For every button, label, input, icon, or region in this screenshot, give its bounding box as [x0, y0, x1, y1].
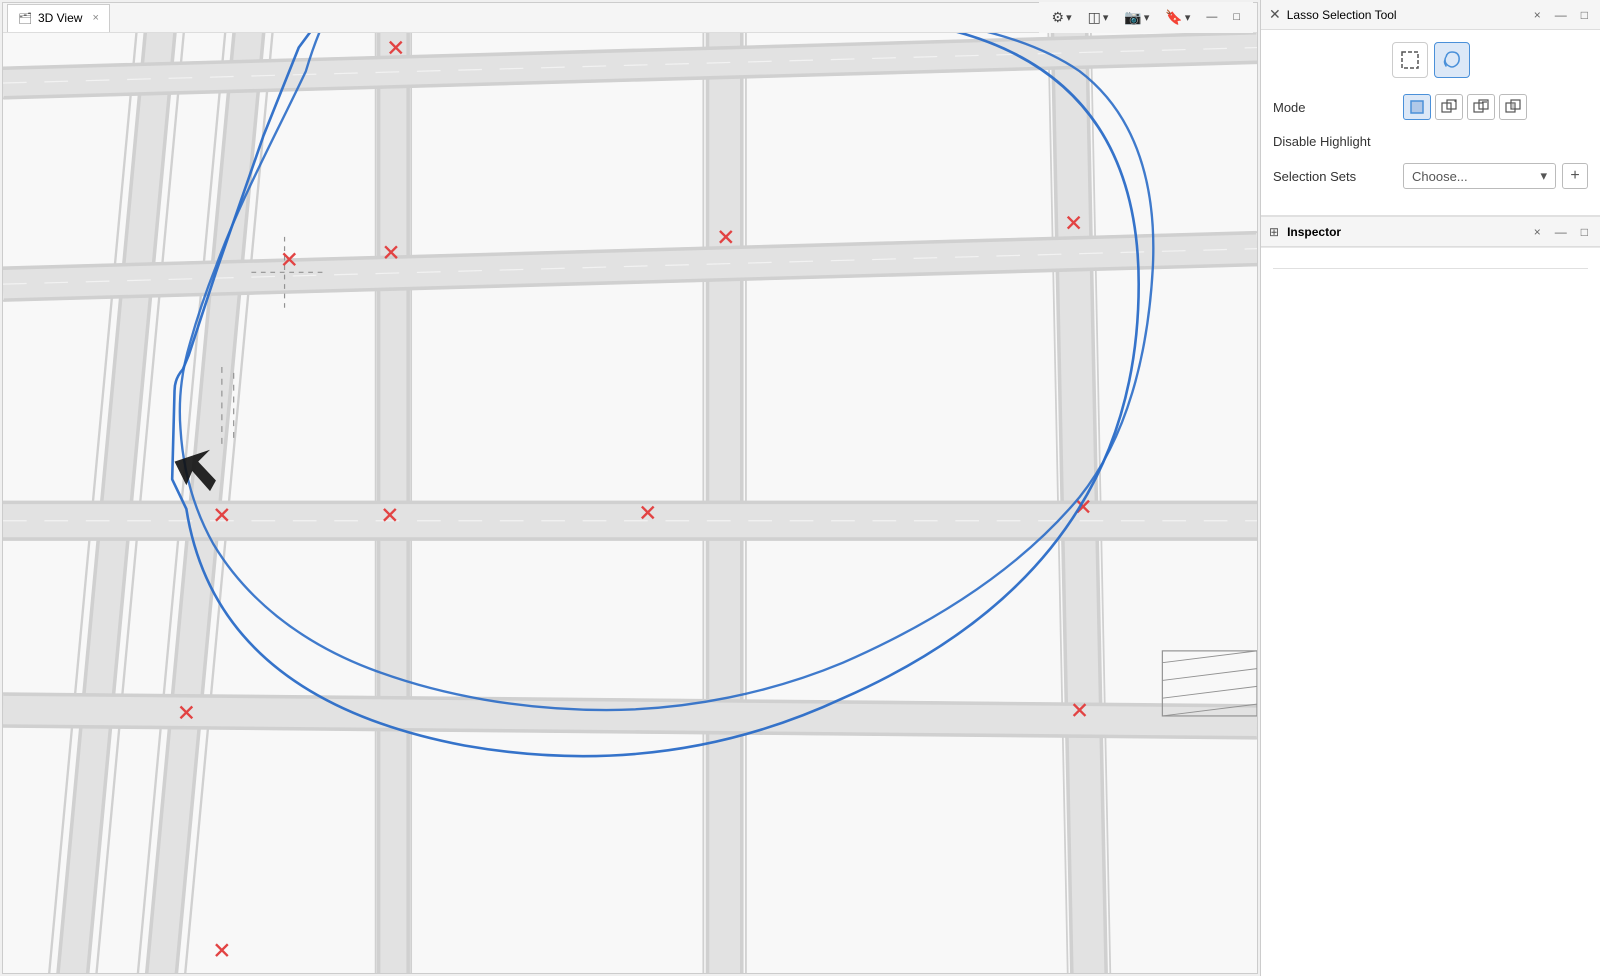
camera-icon: 📷	[1124, 9, 1141, 26]
layers-icon: ◫	[1088, 9, 1101, 26]
lasso-panel-minimize[interactable]: —	[1551, 6, 1571, 24]
settings-icon: ⚙	[1052, 9, 1065, 26]
camera-button[interactable]: 📷 ▾	[1119, 6, 1154, 29]
tool-icons-row	[1273, 42, 1588, 78]
selection-sets-label: Selection Sets	[1273, 169, 1403, 184]
map-canvas[interactable]	[3, 33, 1257, 973]
right-panel: ✕ Lasso Selection Tool × — □	[1260, 0, 1600, 976]
view-tab-label: 3D View	[38, 11, 82, 25]
inspector-panel-header: ⊞ Inspector × — □	[1261, 217, 1600, 247]
disable-highlight-label: Disable Highlight	[1273, 134, 1403, 149]
view-tab-bar: 🗂 3D View × ⚙ ▾ ◫ ▾ 📷 ▾	[3, 3, 1257, 33]
view-tab-icon: 🗂	[18, 12, 32, 25]
inspector-close[interactable]: ×	[1530, 223, 1545, 241]
maximize-view-button[interactable]: □	[1228, 8, 1245, 26]
settings-button[interactable]: ⚙ ▾	[1047, 6, 1077, 29]
minimize-view-button[interactable]: —	[1201, 8, 1222, 26]
lasso-panel-close[interactable]: ×	[1530, 6, 1545, 24]
lasso-tool-panel: ✕ Lasso Selection Tool × — □	[1261, 0, 1600, 217]
selection-sets-row: Selection Sets Choose... ▾ +	[1273, 163, 1588, 189]
settings-dropdown-icon: ▾	[1066, 11, 1072, 24]
mode-remove-btn[interactable]	[1467, 94, 1495, 120]
inspector-minimize[interactable]: —	[1551, 223, 1571, 241]
layers-dropdown-icon: ▾	[1103, 11, 1109, 24]
inspector-separator	[1273, 268, 1588, 269]
mode-intersect-btn[interactable]	[1499, 94, 1527, 120]
map-svg	[3, 33, 1257, 973]
lasso-panel-title: Lasso Selection Tool	[1287, 8, 1524, 22]
inspector-maximize[interactable]: □	[1577, 223, 1592, 241]
disable-highlight-toggle[interactable]	[1403, 134, 1588, 149]
mode-add-btn[interactable]	[1435, 94, 1463, 120]
bookmark-dropdown-icon: ▾	[1185, 11, 1191, 24]
app-container: 🗂 3D View × ⚙ ▾ ◫ ▾ 📷 ▾	[0, 0, 1600, 976]
mode-row: Mode	[1273, 94, 1588, 120]
maximize-icon: □	[1233, 11, 1240, 23]
view-tab-3d[interactable]: 🗂 3D View ×	[7, 4, 110, 32]
view-panel: 🗂 3D View × ⚙ ▾ ◫ ▾ 📷 ▾	[2, 2, 1258, 974]
mode-replace-btn[interactable]	[1403, 94, 1431, 120]
view-toolbar: ⚙ ▾ ◫ ▾ 📷 ▾ 🔖 ▾	[1039, 2, 1253, 34]
bookmark-button[interactable]: 🔖 ▾	[1160, 6, 1195, 29]
lasso-panel-content: Mode	[1261, 30, 1600, 215]
lasso-select-button[interactable]	[1434, 42, 1470, 78]
inspector-title: Inspector	[1287, 225, 1524, 239]
layers-button[interactable]: ◫ ▾	[1083, 6, 1114, 29]
selection-sets-add-button[interactable]: +	[1562, 163, 1588, 189]
mode-buttons	[1403, 94, 1588, 120]
rectangle-select-button[interactable]	[1392, 42, 1428, 78]
mode-label: Mode	[1273, 100, 1403, 115]
lasso-panel-header: ✕ Lasso Selection Tool × — □	[1261, 0, 1600, 30]
inspector-panel: ⊞ Inspector × — □	[1261, 217, 1600, 976]
inspector-content	[1261, 247, 1600, 976]
bookmark-icon: 🔖	[1165, 9, 1182, 26]
minimize-icon: —	[1206, 11, 1217, 23]
lasso-panel-maximize[interactable]: □	[1577, 6, 1592, 24]
view-tab-close[interactable]: ×	[92, 12, 98, 24]
selection-sets-placeholder: Choose...	[1412, 169, 1468, 184]
dropdown-arrow-icon: ▾	[1540, 168, 1547, 184]
inspector-icon: ⊞	[1269, 225, 1279, 239]
lasso-panel-icon: ✕	[1269, 6, 1281, 23]
camera-dropdown-icon: ▾	[1144, 11, 1150, 24]
selection-sets-dropdown[interactable]: Choose... ▾	[1403, 163, 1556, 189]
disable-highlight-row: Disable Highlight	[1273, 134, 1588, 149]
main-area: 🗂 3D View × ⚙ ▾ ◫ ▾ 📷 ▾	[0, 0, 1600, 976]
